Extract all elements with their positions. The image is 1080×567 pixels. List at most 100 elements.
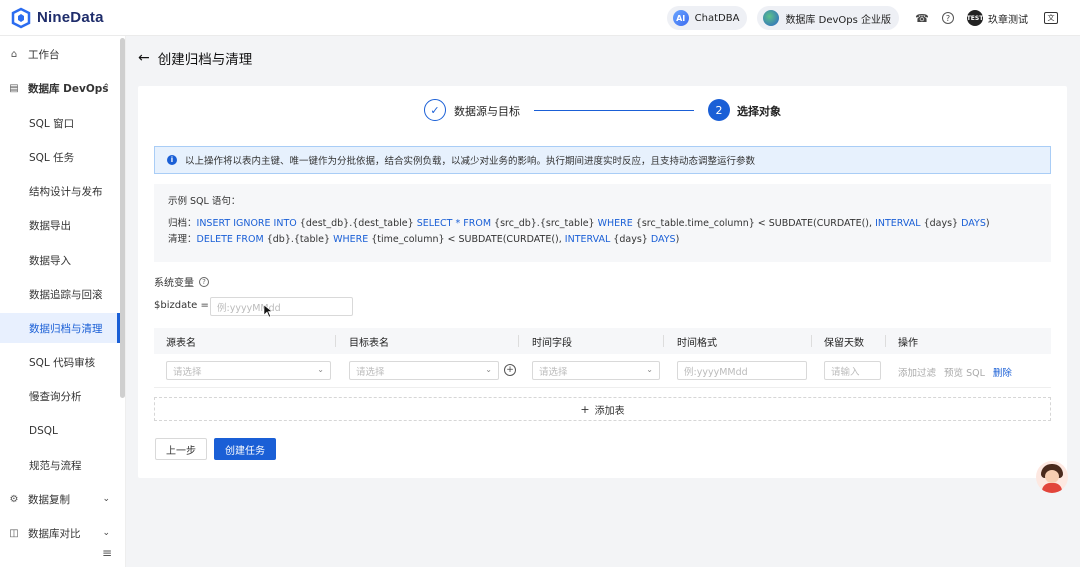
sidebar-item-data-import[interactable]: 数据导入 (0, 245, 120, 275)
notice-text: 以上操作将以表内主键、唯一键作为分批依据，结合实例负载，以减少对业务的影响。执行… (185, 156, 756, 167)
sidebar-item-replication[interactable]: ⚙ 数据复制 ⌄ (0, 484, 120, 514)
sql-keyword: INTERVAL (564, 234, 611, 245)
column-divider (335, 335, 336, 347)
select-placeholder: 请选择 (539, 366, 568, 378)
sidebar-item-label: 数据导出 (29, 219, 71, 232)
step-2-number: 2 (708, 99, 730, 121)
select-placeholder: 请选择 (356, 366, 385, 378)
preview-sql-link[interactable]: 预览 SQL (944, 368, 985, 379)
sidebar-scrollbar[interactable] (120, 38, 125, 398)
sql-keyword: DAYS (961, 218, 986, 229)
chatdba-button[interactable]: AI ChatDBA (666, 6, 748, 30)
table-header: 源表名 目标表名 时间字段 时间格式 保留天数 操作 (154, 328, 1051, 354)
create-task-button[interactable]: 创建任务 (214, 438, 276, 460)
step-2-label: 选择对象 (737, 105, 781, 118)
question-icon[interactable]: ? (199, 276, 209, 287)
chevron-up-icon: ⌃ (102, 83, 110, 93)
sidebar-item-label: 工作台 (28, 48, 60, 61)
replication-icon: ⚙ (9, 493, 19, 505)
sql-keyword: WHERE (333, 234, 369, 245)
sidebar-item-sql-review[interactable]: SQL 代码审核 (0, 347, 120, 377)
select-placeholder: 请选择 (173, 366, 202, 378)
table-list: 源表名 目标表名 时间字段 时间格式 保留天数 操作 请选择 ⌄ 请选择 ⌄ +… (154, 328, 1051, 388)
stepper: ✓ 数据源与目标 2 选择对象 (424, 99, 804, 123)
time-format-input[interactable]: 例:yyyyMMdd (677, 361, 807, 380)
avatar: TEST (967, 10, 983, 26)
sidebar: ⌂ 工作台 ▤ 数据库 DevOps ⌃ SQL 窗口 SQL 任务 结构设计与… (0, 36, 126, 567)
add-filter-link[interactable]: 添加过滤 (898, 368, 936, 379)
source-table-select[interactable]: 请选择 ⌄ (166, 361, 331, 380)
sidebar-item-devops[interactable]: ▤ 数据库 DevOps ⌃ (0, 73, 120, 103)
sidebar-item-label: 数据复制 (28, 493, 70, 506)
input-placeholder: 例:yyyyMMdd (684, 366, 748, 378)
add-target-icon[interactable]: + (504, 364, 516, 376)
globe-icon (763, 10, 780, 26)
language-switch-icon[interactable]: 文 (1044, 12, 1058, 24)
sql-archive-prefix: 归档： (168, 218, 197, 229)
chevron-down-icon: ⌄ (485, 365, 492, 374)
sidebar-item-slow-query[interactable]: 慢查询分析 (0, 381, 120, 411)
step-connector (534, 110, 694, 111)
delete-link[interactable]: 删除 (993, 368, 1012, 379)
sidebar-item-compare[interactable]: ◫ 数据库对比 ⌄ (0, 518, 120, 548)
sidebar-item-sql-window[interactable]: SQL 窗口 (0, 108, 120, 138)
step-1-label: 数据源与目标 (454, 105, 520, 118)
sql-text: {db}.{table} (263, 234, 334, 245)
assistant-avatar-button[interactable] (1036, 461, 1068, 493)
chevron-down-icon: ⌄ (317, 365, 324, 374)
user-menu[interactable]: TEST 玖章测试 (967, 10, 1028, 26)
sidebar-item-data-rollback[interactable]: 数据追踪与回滚 (0, 279, 120, 309)
sidebar-item-label: 慢查询分析 (29, 390, 82, 403)
bell-icon[interactable]: ☎ (915, 12, 929, 25)
edition-label: 数据库 DevOps 企业版 (785, 14, 891, 26)
target-table-select[interactable]: 请选择 ⌄ (349, 361, 499, 380)
sql-archive-line: 归档：INSERT IGNORE INTO {dest_db}.{dest_ta… (168, 216, 1037, 232)
sidebar-item-workbench[interactable]: ⌂ 工作台 (0, 39, 120, 69)
sidebar-item-sql-task[interactable]: SQL 任务 (0, 142, 120, 172)
sidebar-item-archive-cleanup[interactable]: 数据归档与清理 (0, 313, 120, 343)
info-notice: i 以上操作将以表内主键、唯一键作为分批依据，结合实例负载，以减少对业务的影响。… (154, 146, 1051, 174)
sidebar-item-standards[interactable]: 规范与流程 (0, 450, 120, 480)
prev-step-button[interactable]: 上一步 (155, 438, 207, 460)
sidebar-item-label: SQL 任务 (29, 151, 75, 164)
sql-text: {days} (610, 234, 651, 245)
sidebar-item-label: 数据追踪与回滚 (29, 288, 103, 301)
collapse-sidebar-icon[interactable]: ≡ (102, 546, 112, 560)
info-icon: i (167, 155, 177, 165)
column-divider (811, 335, 812, 347)
logo[interactable]: NineData (10, 7, 104, 29)
system-vars-label: 系统变量 ? (154, 274, 209, 289)
sidebar-item-schema-design[interactable]: 结构设计与发布 (0, 176, 120, 206)
plus-icon: + (580, 402, 590, 416)
sidebar-item-data-export[interactable]: 数据导出 (0, 210, 120, 240)
column-header: 目标表名 (349, 337, 389, 349)
sql-keyword: WHERE (597, 218, 633, 229)
bizdate-input[interactable]: 例:yyyyMMdd (210, 297, 353, 316)
back-arrow-icon[interactable]: ← (138, 50, 150, 66)
sql-text: {days} (920, 218, 962, 229)
time-field-select[interactable]: 请选择 ⌄ (532, 361, 660, 380)
chevron-down-icon: ⌄ (646, 365, 653, 374)
column-header: 时间字段 (532, 337, 572, 349)
sidebar-item-label: 数据库 DevOps (28, 82, 109, 95)
sql-cleanup-prefix: 清理： (168, 234, 197, 245)
edition-switch-button[interactable]: 数据库 DevOps 企业版 (757, 6, 899, 30)
mouse-cursor-icon (264, 305, 272, 317)
chevron-down-icon: ⌄ (102, 494, 110, 504)
top-bar: NineData AI ChatDBA 数据库 DevOps 企业版 ☎ ? T… (0, 0, 1080, 36)
sidebar-item-dsql[interactable]: DSQL (0, 416, 120, 446)
chatdba-icon: AI (672, 10, 689, 26)
sql-example-title: 示例 SQL 语句： (168, 196, 241, 207)
column-header: 保留天数 (824, 337, 864, 349)
page-header: ← 创建归档与清理 (138, 48, 252, 68)
sidebar-item-label: DSQL (29, 425, 58, 437)
retain-days-input[interactable]: 请输入 (824, 361, 881, 380)
column-header: 时间格式 (677, 337, 717, 349)
sidebar-item-label: 结构设计与发布 (29, 185, 103, 198)
devops-icon: ▤ (9, 82, 19, 94)
help-icon[interactable]: ? (942, 12, 954, 24)
sql-text: {src_table.time_column} < SUBDATE(CURDAT… (632, 218, 876, 229)
sidebar-item-label: 数据库对比 (28, 527, 81, 540)
sql-keyword: DELETE FROM (196, 234, 264, 245)
add-table-button[interactable]: + 添加表 (154, 397, 1051, 421)
